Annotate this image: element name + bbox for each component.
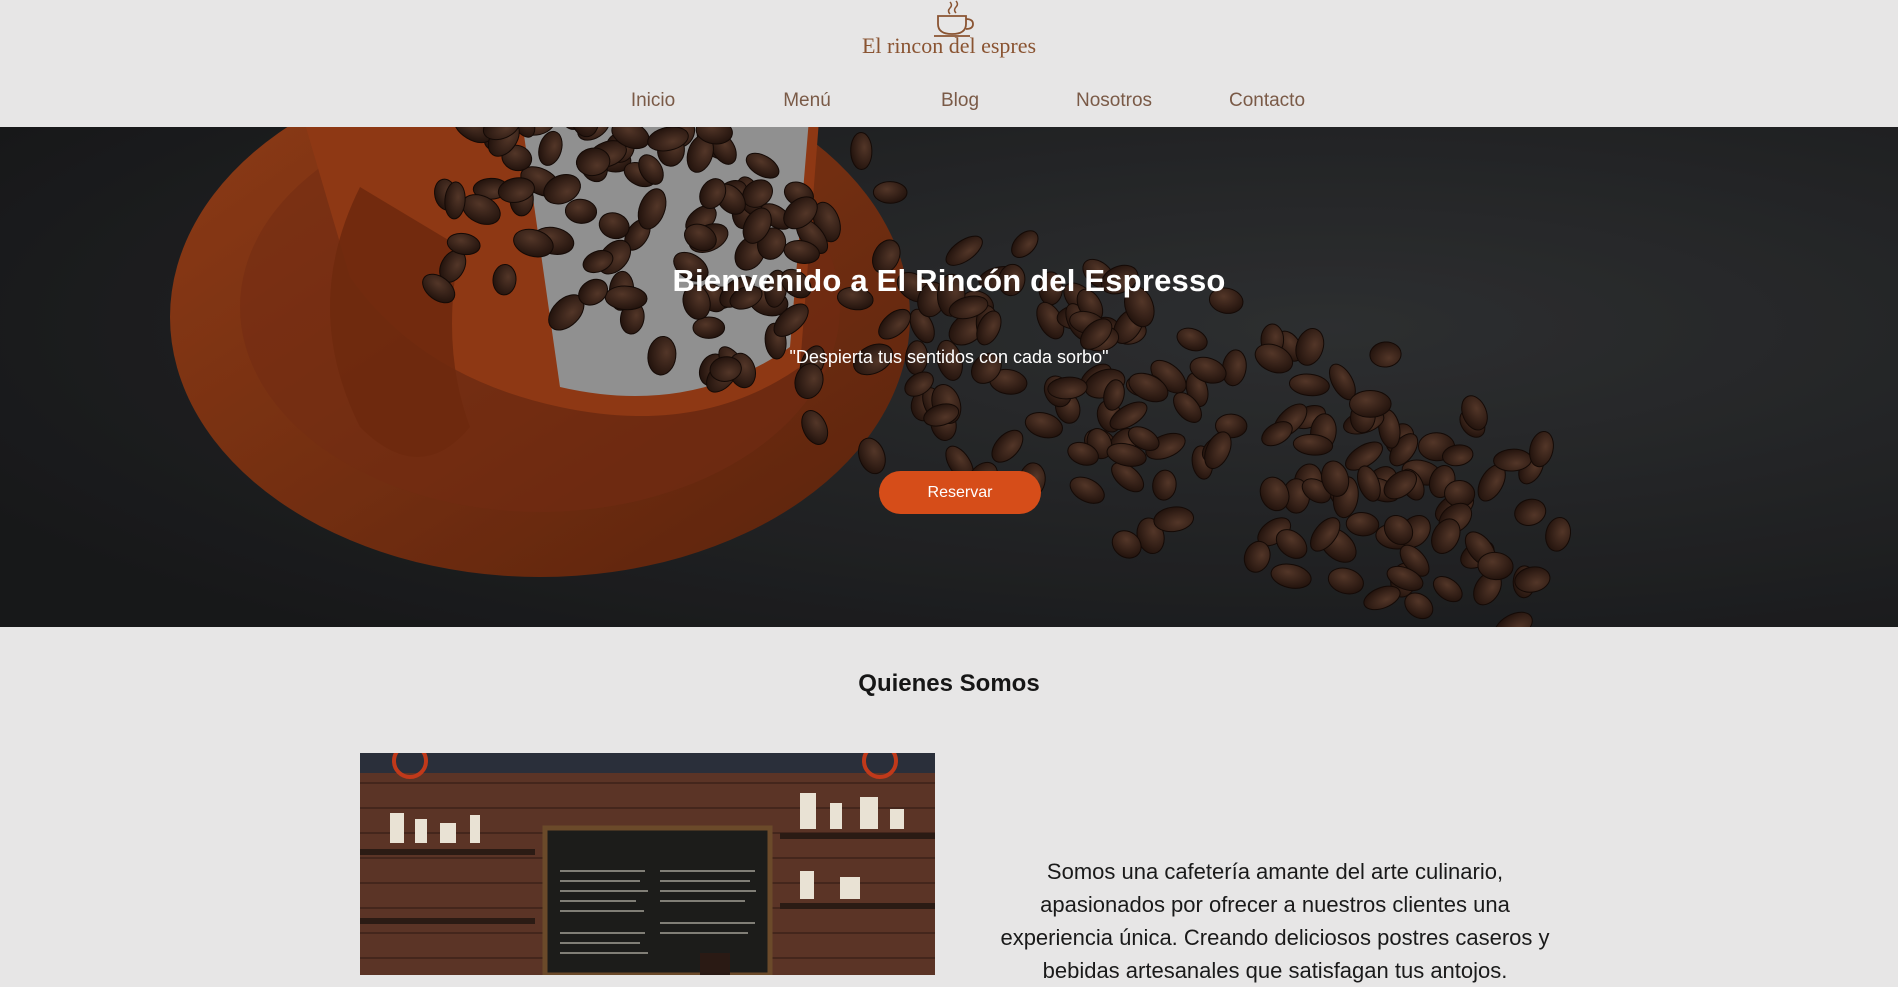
nav-link-nosotros[interactable]: Nosotros	[1037, 90, 1191, 112]
about-description: Somos una cafetería amante del arte culi…	[990, 855, 1560, 987]
brand-name[interactable]: El rincon del espres	[0, 33, 1898, 59]
nav-link-blog[interactable]: Blog	[883, 90, 1037, 112]
nav-link-inicio[interactable]: Inicio	[576, 90, 730, 112]
reserve-button[interactable]: Reservar	[879, 471, 1041, 514]
about-section-title: Quienes Somos	[0, 670, 1898, 698]
hero-background-image	[0, 127, 1898, 627]
hero-tagline: "Despierta tus sentidos con cada sorbo"	[0, 347, 1898, 368]
cafe-counter-photo	[360, 753, 935, 975]
main-nav: Inicio Menú Blog Nosotros Contacto	[0, 90, 1898, 114]
nav-link-menu[interactable]: Menú	[730, 90, 884, 112]
hero-banner: Bienvenido a El Rincón del Espresso "Des…	[0, 127, 1898, 627]
cafe-photo-illustration	[360, 753, 935, 975]
site-header: El rincon del espres Inicio Menú Blog No…	[0, 0, 1898, 127]
hero-title: Bienvenido a El Rincón del Espresso	[0, 263, 1898, 299]
nav-link-contacto[interactable]: Contacto	[1190, 90, 1344, 112]
